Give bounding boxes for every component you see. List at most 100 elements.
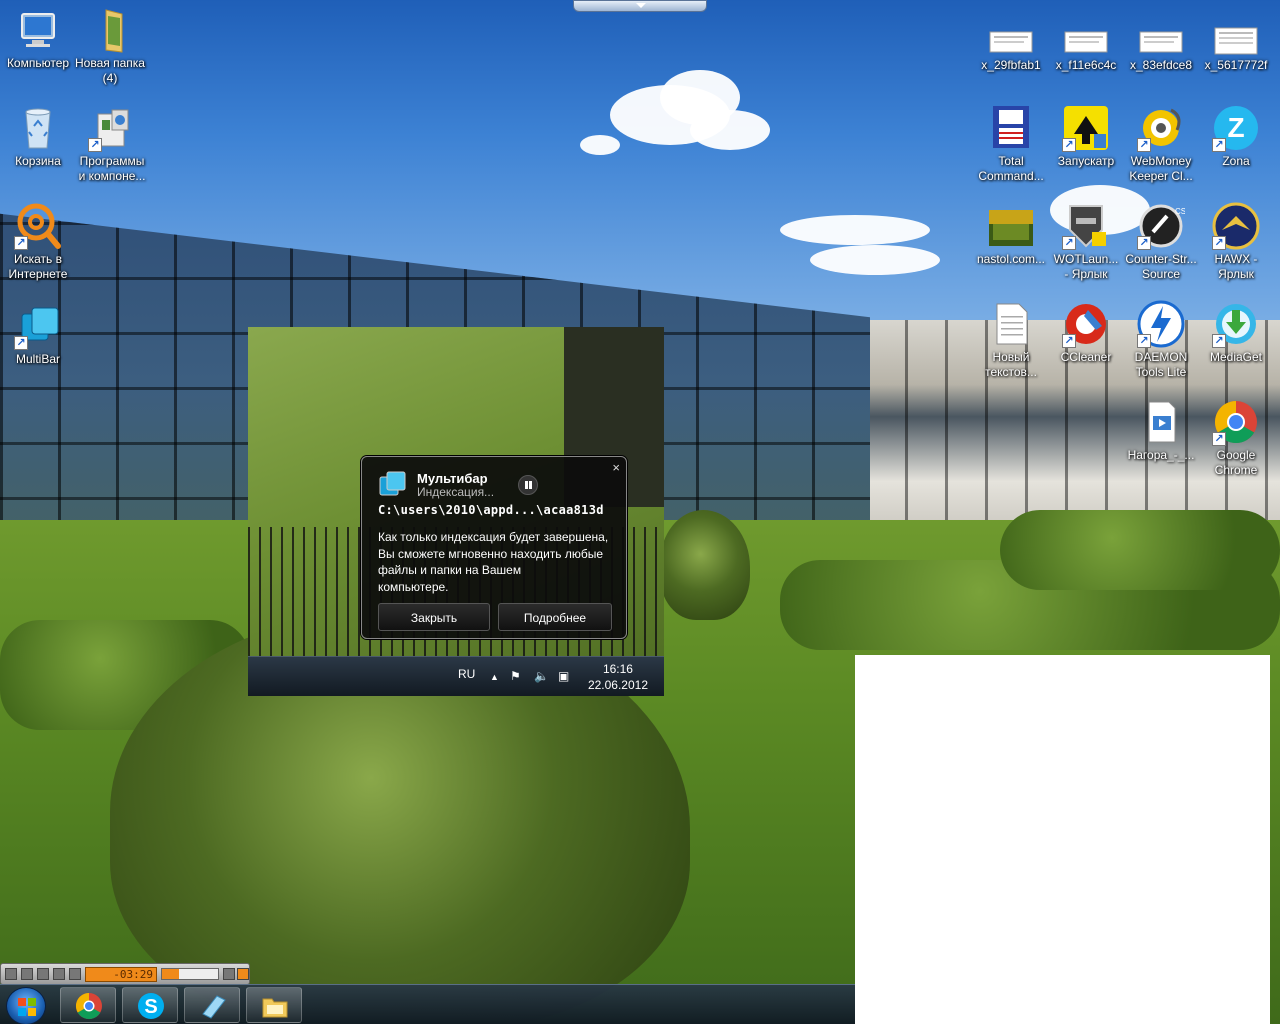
shortcut-arrow-icon: ↗ xyxy=(1212,236,1226,250)
close-icon[interactable]: × xyxy=(612,460,620,475)
start-button[interactable] xyxy=(6,987,46,1024)
icon-label: x_f11e6c4c xyxy=(1055,58,1117,72)
next-icon[interactable] xyxy=(69,968,81,980)
volume-icon[interactable]: 🔈 xyxy=(534,669,549,683)
player-time: -03:29 xyxy=(85,967,157,982)
network-icon[interactable]: ▣ xyxy=(558,669,569,683)
clock[interactable]: 16:16 22.06.2012 xyxy=(588,661,648,693)
player-menu-icon[interactable] xyxy=(223,968,235,980)
chrome-icon xyxy=(75,992,103,1020)
at-sign-search-icon: ↗ xyxy=(14,202,62,250)
document-thumbnail-icon xyxy=(987,26,1035,56)
taskbar-item-multibar[interactable] xyxy=(184,987,240,1023)
pause-icon[interactable] xyxy=(21,968,33,980)
desktop-icon-total-commander[interactable]: Total Command... xyxy=(973,104,1049,184)
desktop-icon-file-29fbfab1[interactable]: x_29fbfab1 xyxy=(973,26,1049,73)
icon-label: Запускатр xyxy=(1057,154,1115,168)
programs-icon: ↗ xyxy=(88,104,136,152)
media-file-icon xyxy=(1137,398,1185,446)
play-icon[interactable] xyxy=(5,968,17,980)
icon-label: nastol.com... xyxy=(976,252,1046,266)
hawx-icon: ↗ xyxy=(1212,202,1260,250)
image-thumbnail-icon xyxy=(987,202,1035,250)
show-hidden-icons-icon[interactable]: ▲ xyxy=(490,672,499,682)
mediaget-icon: ↗ xyxy=(1212,300,1260,348)
previous-icon[interactable] xyxy=(53,968,65,980)
skype-icon: S xyxy=(137,992,165,1020)
multibar-indexing-notification: Мультибар Индексация... × C:\users\2010\… xyxy=(361,456,627,639)
ccleaner-icon: ↗ xyxy=(1062,300,1110,348)
taskbar-item-skype[interactable]: S xyxy=(122,987,178,1023)
shortcut-arrow-icon: ↗ xyxy=(14,336,28,350)
shortcut-arrow-icon: ↗ xyxy=(1062,334,1076,348)
folder-icon xyxy=(86,6,134,54)
desktop-icon-wotlauncher[interactable]: ↗ WOTLaun... - Ярлык xyxy=(1048,202,1124,282)
desktop-icon-counter-strike[interactable]: CSS ↗ Counter-Str... Source xyxy=(1123,202,1199,282)
desktop-icon-search-internet[interactable]: ↗ Искать в Интернете xyxy=(0,202,76,282)
taskbar-item-chrome[interactable] xyxy=(60,987,116,1023)
shortcut-arrow-icon: ↗ xyxy=(1062,236,1076,250)
shortcut-arrow-icon: ↗ xyxy=(14,236,28,250)
desktop-icon-recycle-bin[interactable]: Корзина xyxy=(0,104,76,169)
desktop-icon-file-83efdce8[interactable]: x_83efdce8 xyxy=(1123,26,1199,73)
more-info-button[interactable]: Подробнее xyxy=(498,603,612,631)
folder-icon xyxy=(261,992,289,1020)
multibar-icon: ↗ xyxy=(14,302,62,350)
counter-strike-icon: CSS ↗ xyxy=(1137,202,1191,250)
launcher-icon: ↗ xyxy=(1062,104,1110,152)
svg-text:S: S xyxy=(144,996,157,1018)
close-button[interactable]: Закрыть xyxy=(378,603,490,631)
desktop-icon-webmoney[interactable]: ↗ WebMoney Keeper Cl... xyxy=(1123,104,1199,184)
desktop-icon-programs[interactable]: ↗ Программы и компоне... xyxy=(74,104,150,184)
desktop-icon-file-f11e6c4c[interactable]: x_f11e6c4c xyxy=(1048,26,1124,73)
icon-label: x_83efdce8 xyxy=(1129,58,1193,72)
desktop-icon-file-5617772f[interactable]: x_5617772f xyxy=(1198,26,1274,73)
webmoney-icon: ↗ xyxy=(1137,104,1185,152)
player-close-icon[interactable] xyxy=(237,968,249,980)
zona-icon: Z ↗ xyxy=(1212,104,1260,152)
shortcut-arrow-icon: ↗ xyxy=(1137,334,1151,348)
language-indicator[interactable]: RU xyxy=(458,667,475,681)
notification-subtitle: Индексация... xyxy=(417,485,495,499)
multibar-icon xyxy=(199,992,227,1020)
action-center-flag-icon[interactable]: ⚑ xyxy=(510,669,521,683)
floppy-disk-icon xyxy=(987,104,1035,152)
desktop-icon-multibar[interactable]: ↗ MultiBar xyxy=(0,302,76,367)
desktop-icon-ccleaner[interactable]: ↗ CCleaner xyxy=(1048,300,1124,365)
icon-label: Новый текстов... xyxy=(985,350,1037,379)
icon-label: x_5617772f xyxy=(1204,58,1268,72)
windows-logo-icon xyxy=(18,998,36,1016)
chrome-icon: ↗ xyxy=(1212,398,1260,446)
desktop-icon-mediaget[interactable]: ↗ MediaGet xyxy=(1198,300,1274,365)
shortcut-arrow-icon: ↗ xyxy=(88,138,102,152)
clock-time: 16:16 xyxy=(602,662,633,676)
shortcut-arrow-icon: ↗ xyxy=(1137,236,1151,250)
blank-region xyxy=(855,655,1270,1024)
svg-text:CSS: CSS xyxy=(1175,207,1185,216)
icon-label: Компьютер xyxy=(6,56,70,70)
desktop-icon-daemon-tools[interactable]: ↗ DAEMON Tools Lite xyxy=(1123,300,1199,380)
icon-label: Total Command... xyxy=(978,154,1044,183)
desktop-icon-zapuskatr[interactable]: ↗ Запускатр xyxy=(1048,104,1124,169)
notification-title: Мультибар xyxy=(417,471,488,486)
multibar-icon xyxy=(378,469,408,499)
taskbar-item-explorer[interactable] xyxy=(246,987,302,1023)
icon-label: MultiBar xyxy=(15,352,60,366)
desktop-icon-google-chrome[interactable]: ↗ Google Chrome xyxy=(1198,398,1274,478)
shortcut-arrow-icon: ↗ xyxy=(1212,432,1226,446)
volume-slider[interactable] xyxy=(161,968,219,980)
stop-icon[interactable] xyxy=(37,968,49,980)
desktop-icon-computer[interactable]: Компьютер xyxy=(0,6,76,71)
document-thumbnail-icon xyxy=(1212,26,1260,56)
desktop-icon-new-folder[interactable]: Новая папка (4) xyxy=(72,6,148,86)
desktop-icon-nastol[interactable]: nastol.com... xyxy=(973,202,1049,267)
world-of-tanks-icon: ↗ xyxy=(1062,202,1110,250)
desktop-icon-hawx[interactable]: ↗ HAWX - Ярлык xyxy=(1198,202,1274,282)
desktop-icon-new-text[interactable]: Новый текстов... xyxy=(973,300,1049,380)
pause-button[interactable] xyxy=(518,475,538,495)
desktop-icon-zona[interactable]: Z ↗ Zona xyxy=(1198,104,1274,169)
shortcut-arrow-icon: ↗ xyxy=(1212,334,1226,348)
dock-expand-tab[interactable] xyxy=(573,0,707,12)
shortcut-arrow-icon: ↗ xyxy=(1137,138,1151,152)
desktop-icon-nagora[interactable]: Нагора_-_... xyxy=(1123,398,1199,463)
